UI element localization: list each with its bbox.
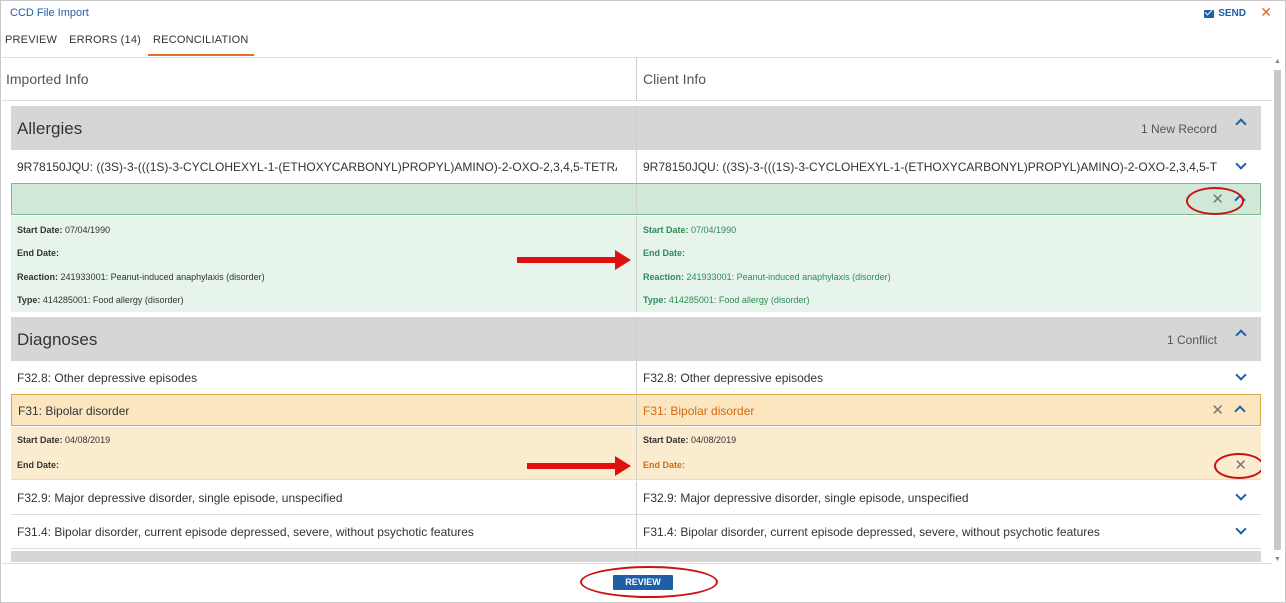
annotation-circle	[580, 566, 718, 598]
diagnosis-imported: F32.9: Major depressive disorder, single…	[17, 491, 343, 505]
table-header: Imported Info Client Info	[2, 57, 1272, 101]
diagnosis-imported: F31: Bipolar disorder	[18, 404, 130, 418]
annotation-circle	[1186, 187, 1244, 215]
allergy-start-date-client: Start Date: 07/04/1990	[643, 225, 737, 235]
allergy-record-client: 9R78150JQU: ((3S)-3-(((1S)-3-CYCLOHEXYL-…	[643, 160, 1218, 174]
allergy-details: Start Date: 07/04/1990 End Date: Reactio…	[11, 216, 1261, 312]
allergy-start-date-imported: Start Date: 07/04/1990	[17, 225, 111, 235]
reject-x-icon[interactable]: ✕	[1211, 401, 1224, 419]
allergy-record-row[interactable]: 9R78150JQU: ((3S)-3-(((1S)-3-CYCLOHEXYL-…	[11, 150, 1261, 184]
annotation-arrow	[527, 456, 631, 476]
send-button[interactable]: SEND	[1204, 8, 1246, 19]
close-icon[interactable]: ✕	[1260, 4, 1272, 21]
dialog-title: CCD File Import	[10, 7, 89, 19]
reconciliation-content: Allergies 1 New Record 9R78150JQU: ((3S)…	[11, 106, 1261, 562]
allergy-end-date-client: End Date:	[643, 248, 686, 258]
tab-preview[interactable]: PREVIEW	[0, 28, 62, 56]
diagnosis-client: F31: Bipolar disorder	[643, 404, 755, 418]
diagnosis-imported: F31.4: Bipolar disorder, current episode…	[17, 525, 474, 539]
diagnosis-client: F32.9: Major depressive disorder, single…	[643, 491, 969, 505]
chevron-down-icon[interactable]	[1235, 158, 1247, 170]
diagnosis-start-date-imported: Start Date: 04/08/2019	[17, 435, 111, 445]
allergy-reaction-client: Reaction: 241933001: Peanut-induced anap…	[643, 272, 891, 282]
annotation-arrow	[517, 250, 631, 270]
tab-errors[interactable]: ERRORS (14)	[64, 28, 146, 56]
tab-bar: PREVIEW ERRORS (14) RECONCILIATION	[0, 28, 256, 56]
diagnosis-row[interactable]: F32.9: Major depressive disorder, single…	[11, 481, 1261, 515]
chevron-up-icon[interactable]	[1235, 118, 1247, 130]
diagnosis-end-date-client: End Date:	[643, 460, 686, 470]
scroll-thumb[interactable]	[1274, 70, 1281, 550]
allergies-title: Allergies	[17, 119, 83, 138]
annotation-circle	[1214, 453, 1261, 479]
allergy-end-date-imported: End Date:	[17, 248, 60, 258]
allergy-record-imported: 9R78150JQU: ((3S)-3-(((1S)-3-CYCLOHEXYL-…	[17, 160, 617, 174]
diagnoses-meta: 1 Conflict	[1166, 333, 1217, 347]
scroll-down-icon[interactable]: ▼	[1274, 556, 1281, 563]
vertical-scrollbar[interactable]: ▲ ▼	[1272, 58, 1282, 563]
chevron-up-icon[interactable]	[1235, 329, 1247, 341]
diagnosis-start-date-client: Start Date: 04/08/2019	[643, 435, 737, 445]
allergies-section-header[interactable]: Allergies 1 New Record	[11, 106, 1261, 150]
envelope-icon	[1204, 9, 1215, 18]
diagnosis-details: Start Date: 04/08/2019 End Date: Start D…	[11, 427, 1261, 480]
diagnosis-end-date-imported: End Date:	[17, 460, 60, 470]
next-section-header[interactable]	[11, 551, 1261, 562]
diagnoses-title: Diagnoses	[17, 330, 98, 349]
diagnosis-row[interactable]: F32.8: Other depressive episodes F32.8: …	[11, 361, 1261, 395]
allergies-meta: 1 New Record	[1140, 122, 1217, 136]
allergy-type-imported: Type: 414285001: Food allergy (disorder)	[17, 295, 184, 305]
scroll-up-icon[interactable]: ▲	[1274, 58, 1281, 65]
diagnosis-imported: F32.8: Other depressive episodes	[17, 371, 198, 385]
allergy-reaction-imported: Reaction: 241933001: Peanut-induced anap…	[17, 272, 265, 282]
imported-info-header: Imported Info	[6, 71, 89, 87]
diagnosis-row[interactable]: F31.4: Bipolar disorder, current episode…	[11, 515, 1261, 549]
diagnosis-client: F32.8: Other depressive episodes	[643, 371, 824, 385]
diagnosis-conflict-bar[interactable]: F31: Bipolar disorder F31: Bipolar disor…	[11, 394, 1261, 426]
diagnosis-client: F31.4: Bipolar disorder, current episode…	[643, 525, 1100, 539]
tab-reconciliation[interactable]: RECONCILIATION	[148, 28, 254, 56]
allergy-new-record-bar[interactable]: ✕	[11, 183, 1261, 215]
client-info-header: Client Info	[636, 58, 1270, 100]
diagnoses-section-header[interactable]: Diagnoses 1 Conflict	[11, 317, 1261, 361]
allergy-type-client: Type: 414285001: Food allergy (disorder)	[643, 295, 810, 305]
send-label: SEND	[1218, 8, 1246, 19]
